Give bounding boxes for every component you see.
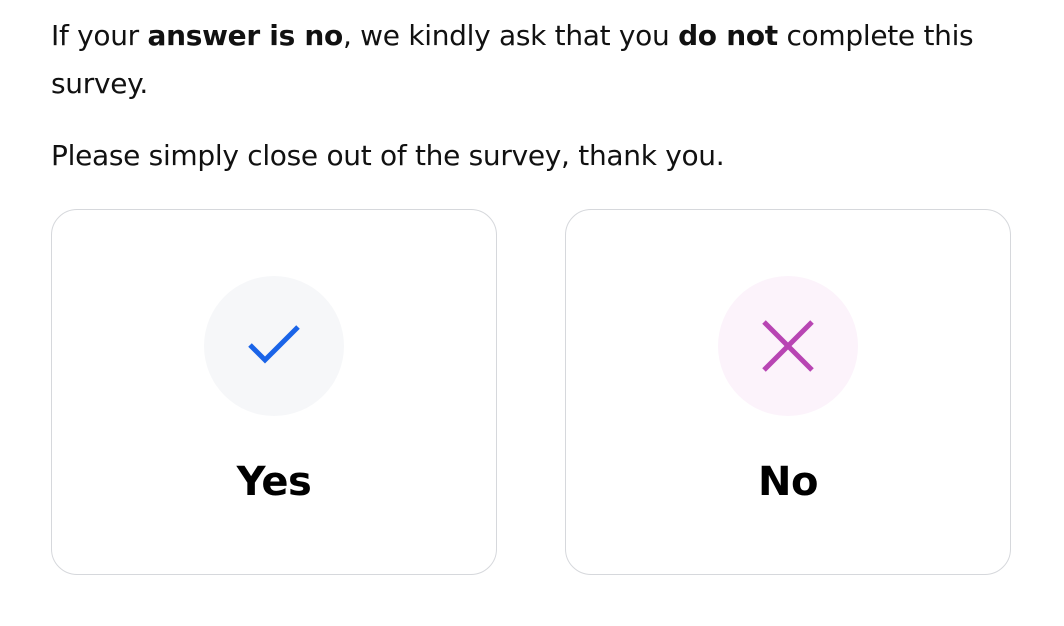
close-survey-note: Please simply close out of the survey, t…	[51, 139, 725, 172]
instruction-bold-do-not: do not	[678, 19, 778, 52]
yes-option-card[interactable]: Yes	[51, 209, 497, 575]
close-icon	[762, 320, 814, 372]
instruction-text-middle: , we kindly ask that you	[342, 19, 679, 52]
answer-options: Yes No	[51, 209, 1013, 577]
checkmark-icon	[248, 325, 300, 364]
no-icon-circle	[718, 276, 858, 416]
yes-label: Yes	[236, 459, 312, 505]
survey-instructions: If your answer is no, we kindly ask that…	[51, 12, 1011, 180]
no-option-card[interactable]: No	[565, 209, 1011, 575]
instruction-bold-answer-is-no: answer is no	[147, 19, 343, 52]
instruction-paragraph: If your answer is no, we kindly ask that…	[51, 12, 1011, 108]
no-label: No	[758, 459, 818, 505]
instruction-text-start: If your	[51, 19, 148, 52]
yes-icon-circle	[204, 276, 344, 416]
